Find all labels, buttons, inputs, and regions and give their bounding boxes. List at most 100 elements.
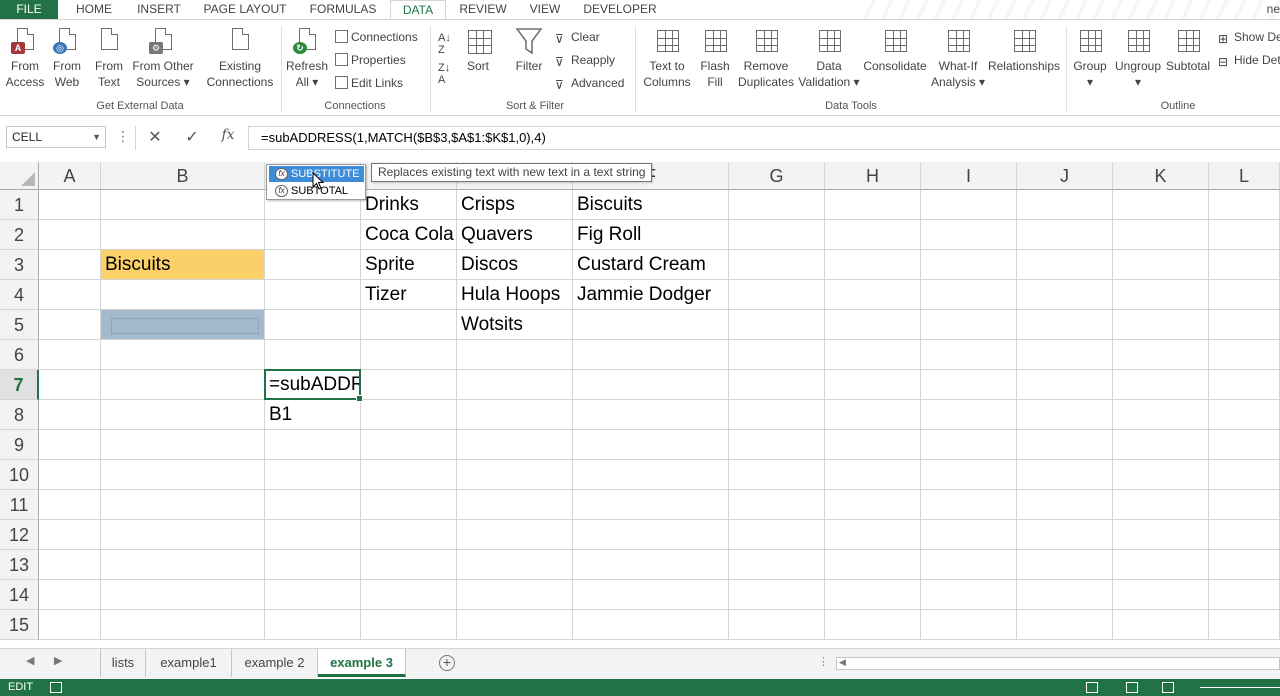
- page-layout-view-icon[interactable]: [1126, 682, 1138, 693]
- add-sheet-button[interactable]: +: [439, 655, 455, 671]
- row-header-13[interactable]: 13: [0, 550, 39, 580]
- user-name[interactable]: ne: [1267, 0, 1280, 19]
- cell-f1[interactable]: Biscuits: [573, 190, 789, 220]
- cell-e5[interactable]: Wotsits: [457, 310, 633, 340]
- refresh-all-button[interactable]: ↻ Refresh All ▾: [286, 26, 328, 90]
- cell-f3[interactable]: Custard Cream: [573, 250, 789, 280]
- tab-page-layout[interactable]: PAGE LAYOUT: [196, 0, 294, 19]
- group-button[interactable]: Group ▾: [1070, 26, 1110, 90]
- reapply-button[interactable]: ⊽ Reapply: [555, 52, 615, 69]
- subtotal-button[interactable]: Subtotal: [1164, 26, 1212, 74]
- hide-detail-button[interactable]: ⊟ Hide Det: [1218, 52, 1280, 69]
- data-validation-button[interactable]: Data Validation ▾: [798, 26, 860, 90]
- tab-data[interactable]: DATA: [390, 0, 446, 20]
- data-validation-icon: [815, 26, 843, 56]
- show-detail-button[interactable]: ⊞ Show De: [1218, 29, 1280, 46]
- row-header-7[interactable]: 7: [0, 370, 39, 400]
- tab-insert[interactable]: INSERT: [130, 0, 188, 19]
- filter-button[interactable]: Filter: [510, 26, 548, 74]
- column-header-b[interactable]: B: [101, 162, 265, 190]
- properties-button[interactable]: Properties: [335, 52, 406, 68]
- splitter-icon[interactable]: ⋮: [818, 655, 829, 668]
- cell-c8[interactable]: B1: [265, 400, 361, 430]
- horizontal-scrollbar[interactable]: ◀: [836, 657, 1280, 670]
- insert-function-icon[interactable]: fx: [218, 127, 238, 143]
- group-separator: [635, 26, 636, 112]
- column-header-h[interactable]: H: [825, 162, 921, 190]
- row-header-4[interactable]: 4: [0, 280, 39, 310]
- relationships-button[interactable]: Relationships: [986, 26, 1062, 74]
- row-header-9[interactable]: 9: [0, 430, 39, 460]
- row-header-8[interactable]: 8: [0, 400, 39, 430]
- tab-developer[interactable]: DEVELOPER: [580, 0, 660, 19]
- relationships-icon: [1010, 26, 1038, 56]
- row-header-5[interactable]: 5: [0, 310, 39, 340]
- name-box[interactable]: CELL ▼: [6, 126, 106, 148]
- mouse-cursor-icon: [312, 172, 325, 190]
- remove-duplicates-button[interactable]: Remove Duplicates: [736, 26, 796, 90]
- existing-connections-button[interactable]: Existing Connections: [204, 26, 276, 90]
- text-to-columns-button[interactable]: Text to Columns: [640, 26, 694, 90]
- from-web-button[interactable]: ◎ From Web: [48, 26, 86, 90]
- row-header-2[interactable]: 2: [0, 220, 39, 250]
- connections-button[interactable]: Connections: [335, 29, 418, 45]
- filter-funnel-icon: [515, 26, 543, 56]
- row-header-14[interactable]: 14: [0, 580, 39, 610]
- tab-review[interactable]: REVIEW: [454, 0, 512, 19]
- row-header-10[interactable]: 10: [0, 460, 39, 490]
- clear-button[interactable]: ⊽ Clear: [555, 29, 600, 46]
- group-separator: [281, 26, 282, 112]
- normal-view-icon[interactable]: [1086, 682, 1098, 693]
- edit-links-button[interactable]: Edit Links: [335, 75, 403, 91]
- row-header-12[interactable]: 12: [0, 520, 39, 550]
- page-break-view-icon[interactable]: [1162, 682, 1174, 693]
- cell-f4[interactable]: Jammie Dodger: [573, 280, 789, 310]
- column-header-i[interactable]: I: [921, 162, 1017, 190]
- tab-home[interactable]: HOME: [66, 0, 122, 19]
- column-header-k[interactable]: K: [1113, 162, 1209, 190]
- consolidate-button[interactable]: Consolidate: [862, 26, 928, 74]
- row-header-15[interactable]: 15: [0, 610, 39, 640]
- cancel-icon[interactable]: ✕: [145, 127, 165, 147]
- select-all-corner[interactable]: [0, 162, 39, 190]
- flash-fill-button[interactable]: Flash Fill: [697, 26, 733, 90]
- sheet-tab-example-3[interactable]: example 3: [318, 649, 406, 677]
- row-header-6[interactable]: 6: [0, 340, 39, 370]
- column-header-j[interactable]: J: [1017, 162, 1113, 190]
- from-other-sources-button[interactable]: ⚙ From Other Sources ▾: [130, 26, 196, 90]
- sheet-tab-example-2[interactable]: example 2: [232, 649, 318, 677]
- column-header-l[interactable]: L: [1209, 162, 1280, 190]
- row-header-1[interactable]: 1: [0, 190, 39, 220]
- zoom-slider[interactable]: [1200, 687, 1280, 688]
- scroll-tabs-right-icon[interactable]: ▶: [54, 654, 62, 667]
- cell-f2[interactable]: Fig Roll: [573, 220, 789, 250]
- macro-record-icon[interactable]: [50, 682, 62, 693]
- column-header-a[interactable]: A: [39, 162, 101, 190]
- sort-descending-button[interactable]: Z↓ A: [438, 62, 450, 86]
- sheet-tab-example1[interactable]: example1: [146, 649, 232, 677]
- sheet-tab-lists[interactable]: lists: [100, 649, 146, 677]
- enter-icon[interactable]: ✓: [182, 127, 202, 147]
- chevron-down-icon[interactable]: ▼: [92, 127, 101, 147]
- from-access-button[interactable]: A From Access: [4, 26, 46, 90]
- formula-input[interactable]: =subADDRESS(1,MATCH($B$3,$A$1:$K$1,0),4): [248, 126, 1280, 150]
- row-header-11[interactable]: 11: [0, 490, 39, 520]
- cell-b5-fill[interactable]: [101, 310, 264, 339]
- from-text-button[interactable]: From Text: [90, 26, 128, 90]
- ungroup-button[interactable]: Ungroup ▾: [1113, 26, 1163, 90]
- tab-formulas[interactable]: FORMULAS: [303, 0, 383, 19]
- cell-b3[interactable]: Biscuits: [101, 250, 325, 280]
- scroll-left-icon[interactable]: ◀: [839, 657, 846, 668]
- worksheet-grid: ABCDEFGHIJKL123456789101112131415DrinksC…: [0, 162, 1280, 642]
- tab-view[interactable]: VIEW: [522, 0, 568, 19]
- sort-button[interactable]: Sort: [460, 26, 496, 74]
- row-header-3[interactable]: 3: [0, 250, 39, 280]
- advanced-button[interactable]: ⊽ Advanced: [555, 75, 624, 92]
- scroll-tabs-left-icon[interactable]: ◀: [26, 654, 34, 667]
- sort-ascending-button[interactable]: A↓ Z: [438, 32, 451, 56]
- column-header-g[interactable]: G: [729, 162, 825, 190]
- more-icon[interactable]: ⋮: [116, 128, 130, 145]
- tab-file[interactable]: FILE: [0, 0, 58, 19]
- what-if-analysis-button[interactable]: What-If Analysis ▾: [930, 26, 986, 90]
- sort-az-icon: A↓ Z: [438, 32, 451, 56]
